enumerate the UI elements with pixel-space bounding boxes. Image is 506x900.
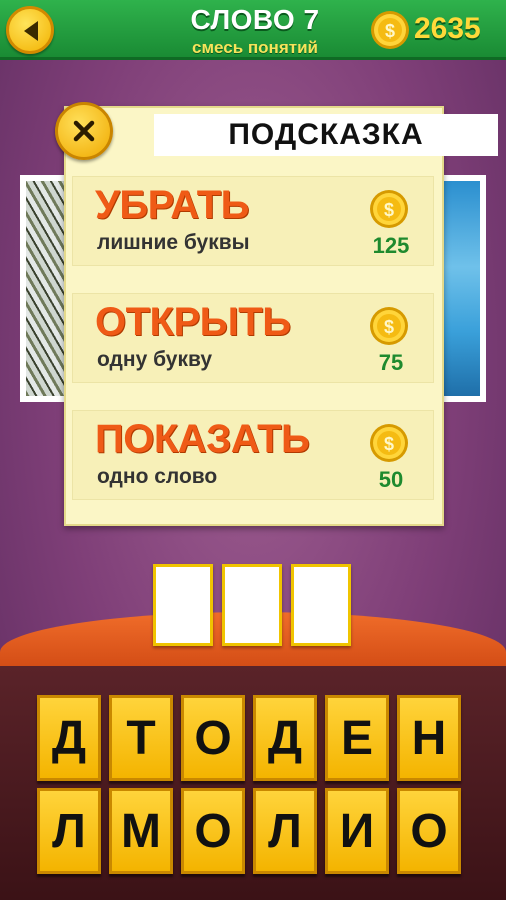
top-bar: СЛОВО 7 смесь понятий $ 2635 — [0, 0, 506, 60]
hint-option-reveal-letter[interactable]: ОТКРЫТЬ одну букву $ 75 — [72, 293, 434, 383]
hint-option-price: 50 — [378, 467, 404, 492]
back-arrow-icon — [24, 21, 38, 41]
hint-option-title: ПОКАЗАТЬ — [95, 417, 310, 461]
puzzle-photo-left — [20, 175, 70, 402]
svg-text:$: $ — [384, 434, 394, 454]
letter-key[interactable]: О — [181, 695, 245, 781]
level-category: смесь понятий — [192, 38, 318, 57]
svg-text:$: $ — [385, 21, 395, 41]
coins-balance: 2635 — [414, 12, 481, 45]
coin-icon: $ — [370, 190, 408, 228]
hint-option-subtitle: одно слово — [97, 465, 218, 488]
back-button[interactable] — [6, 6, 54, 54]
close-hint-button[interactable] — [55, 102, 113, 160]
hint-option-show-word[interactable]: ПОКАЗАТЬ одно слово $ 50 — [72, 410, 434, 500]
letter-key[interactable]: Д — [253, 695, 317, 781]
answer-slot[interactable] — [222, 564, 282, 646]
letter-key[interactable]: Е — [325, 695, 389, 781]
hint-option-remove-letters[interactable]: УБРАТЬ лишние буквы $ 125 — [72, 176, 434, 266]
hint-option-subtitle: лишние буквы — [97, 231, 250, 254]
coin-icon: $ — [370, 424, 408, 462]
answer-slot[interactable] — [153, 564, 213, 646]
hint-option-price: 75 — [378, 350, 404, 375]
hint-dialog-title: ПОДСКАЗКА — [154, 114, 498, 156]
coin-icon: $ — [370, 307, 408, 345]
close-icon — [73, 120, 95, 142]
hint-option-price: 125 — [372, 233, 410, 258]
hint-option-title: УБРАТЬ — [95, 183, 249, 227]
coin-icon: $ — [371, 11, 409, 49]
letter-key[interactable]: О — [181, 788, 245, 874]
letter-key[interactable]: Н — [397, 695, 461, 781]
letter-key[interactable]: О — [397, 788, 461, 874]
letter-key[interactable]: Т — [109, 695, 173, 781]
svg-text:$: $ — [384, 317, 394, 337]
letter-key[interactable]: Л — [37, 788, 101, 874]
letter-key[interactable]: М — [109, 788, 173, 874]
hint-option-subtitle: одну букву — [97, 348, 213, 371]
answer-slot[interactable] — [291, 564, 351, 646]
level-title: СЛОВО 7 — [190, 4, 320, 35]
letter-key[interactable]: И — [325, 788, 389, 874]
letter-key[interactable]: Л — [253, 788, 317, 874]
hint-option-title: ОТКРЫТЬ — [95, 300, 291, 344]
letter-key[interactable]: Д — [37, 695, 101, 781]
svg-text:$: $ — [384, 200, 394, 220]
